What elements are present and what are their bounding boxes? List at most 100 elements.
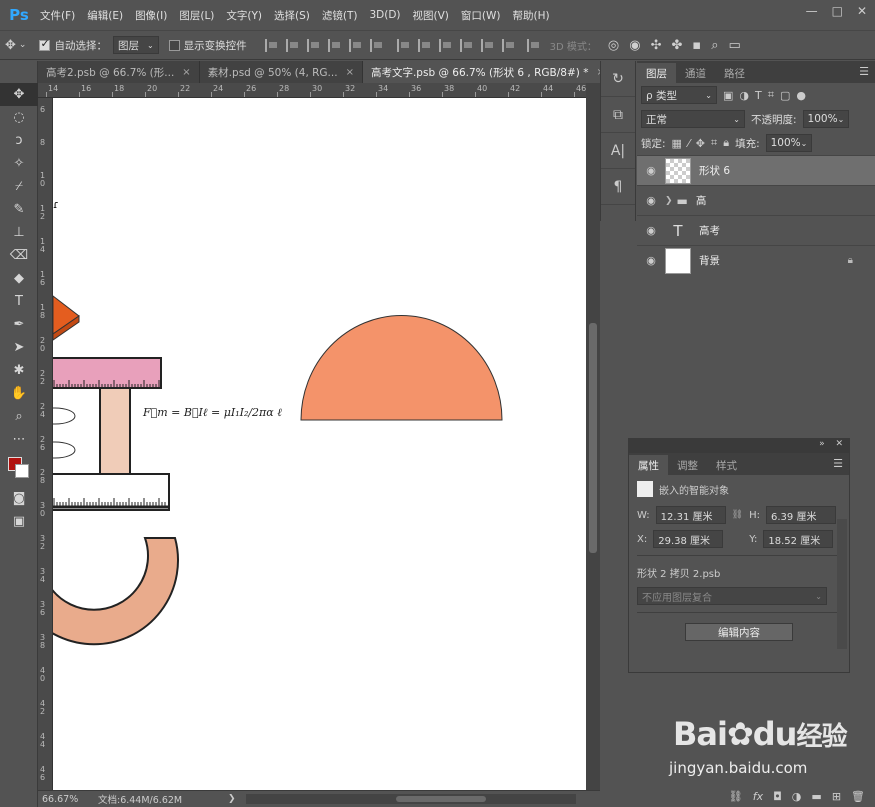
distribute-hcenter-icon[interactable] xyxy=(480,38,494,52)
layer-row[interactable]: ◉ ❯ ▬ 高 xyxy=(637,185,875,215)
bucket-tool-icon[interactable]: ◆ xyxy=(0,267,38,290)
close-icon[interactable]: × xyxy=(182,67,190,78)
new-layer-icon[interactable]: ⊞ xyxy=(832,790,841,803)
add-mask-icon[interactable]: ◘ xyxy=(773,790,782,803)
3d-scale-icon[interactable]: ▪ xyxy=(692,38,701,53)
move-tool-icon[interactable]: ✥ xyxy=(5,38,16,53)
3d-roll-icon[interactable]: ◉ xyxy=(629,38,640,53)
tab-layers[interactable]: 图层 xyxy=(637,63,676,83)
menu-filter[interactable]: 滤镜(T) xyxy=(316,8,364,23)
canvas-horizontal-scrollbar[interactable] xyxy=(245,794,576,804)
quick-mask-icon[interactable]: ◙ xyxy=(0,487,38,510)
lock-position-icon[interactable]: ✥ xyxy=(696,137,705,150)
menu-layer[interactable]: 图层(L) xyxy=(173,8,220,23)
tab-document-3[interactable]: 高考文字.psb @ 66.7% (形状 6 , RGB/8#) * × xyxy=(362,61,614,83)
screen-mode-icon[interactable]: ▣ xyxy=(0,510,38,533)
pen-tool-icon[interactable]: ✒ xyxy=(0,313,38,336)
align-bottom-icon[interactable] xyxy=(306,38,320,52)
layer-row[interactable]: ◉ 背景 🔒︎ xyxy=(637,245,875,275)
menu-type[interactable]: 文字(Y) xyxy=(220,8,268,23)
width-input[interactable]: 12.31 厘米 xyxy=(655,506,726,524)
minimize-button[interactable]: — xyxy=(806,4,818,18)
magic-wand-icon[interactable]: ✧ xyxy=(0,152,38,175)
fx-icon[interactable]: fx xyxy=(753,790,763,803)
tab-paths[interactable]: 路径 xyxy=(715,63,754,83)
semicircle-shape[interactable] xyxy=(300,315,503,421)
chevron-right-icon[interactable]: ❯ xyxy=(665,196,673,206)
align-left-icon[interactable] xyxy=(327,38,341,52)
properties-scrollbar[interactable] xyxy=(837,519,847,649)
canvas-vertical-scrollbar[interactable] xyxy=(586,83,600,790)
layer-row[interactable]: ◉ 形状 6 xyxy=(637,155,875,185)
edit-contents-button[interactable]: 编辑内容 xyxy=(685,623,793,641)
panel-menu-icon[interactable]: ☰ xyxy=(859,65,869,78)
document-canvas[interactable]: ɾ F⃗m = B⃗Iℓ = μI₁I₂/2πα ℓ xyxy=(53,98,586,790)
link-icon[interactable]: ⛓︎ xyxy=(732,510,743,520)
marquee-tool-icon[interactable]: ◌ xyxy=(0,106,38,129)
menu-3d[interactable]: 3D(D) xyxy=(363,9,406,21)
filter-type-icon[interactable]: T xyxy=(755,89,762,102)
auto-select-dropdown[interactable]: 图层 ⌄ xyxy=(112,36,159,54)
distribute-vcenter-icon[interactable] xyxy=(417,38,431,52)
background-color[interactable] xyxy=(15,464,29,478)
menu-file[interactable]: 文件(F) xyxy=(34,8,81,23)
link-layers-icon[interactable]: ⛓︎ xyxy=(729,790,743,803)
move-tool-icon[interactable]: ✥ xyxy=(0,83,38,106)
maximize-button[interactable]: □ xyxy=(832,4,843,18)
panel-menu-icon[interactable]: ☰ xyxy=(833,457,843,470)
show-transform-checkbox[interactable] xyxy=(168,39,180,51)
filter-shape-icon[interactable]: ⌗ xyxy=(768,88,774,102)
paragraph-icon[interactable]: ¶ xyxy=(601,169,635,205)
align-right-icon[interactable] xyxy=(369,38,383,52)
blend-mode-dropdown[interactable]: 正常 ⌄ xyxy=(641,110,745,128)
collapse-icon[interactable]: » xyxy=(819,439,825,449)
close-icon[interactable]: ✕ xyxy=(835,439,843,449)
tab-document-1[interactable]: 高考2.psb @ 66.7% (形... × xyxy=(38,61,200,83)
trash-icon[interactable]: 🗑︎ xyxy=(851,790,865,803)
lock-transparent-icon[interactable]: ▦ xyxy=(672,137,682,150)
align-top-icon[interactable] xyxy=(264,38,278,52)
auto-select-checkbox[interactable] xyxy=(39,37,51,51)
layer-comp-dropdown[interactable]: 不应用图层复合 ⌄ xyxy=(637,587,827,605)
3d-orbit-icon[interactable]: ◎ xyxy=(608,38,619,53)
eye-icon[interactable]: ◉ xyxy=(637,194,665,207)
opacity-input[interactable]: 100% ⌄ xyxy=(802,110,849,128)
hand-tool-icon[interactable]: ✋ xyxy=(0,382,38,405)
distribute-left-icon[interactable] xyxy=(459,38,473,52)
tab-document-2[interactable]: 素材.psd @ 50% (4, RG... × xyxy=(199,61,363,83)
distribute-bottom-icon[interactable] xyxy=(438,38,452,52)
fill-input[interactable]: 100% ⌄ xyxy=(765,134,812,152)
eye-icon[interactable]: ◉ xyxy=(637,254,665,267)
layer-filter-dropdown[interactable]: ρ 类型 ⌄ xyxy=(641,86,717,104)
new-group-icon[interactable]: ▬ xyxy=(811,790,821,803)
distribute-right-icon[interactable] xyxy=(501,38,515,52)
align-vcenter-icon[interactable] xyxy=(285,38,299,52)
filter-pixel-icon[interactable]: ▣ xyxy=(723,89,733,102)
menu-view[interactable]: 视图(V) xyxy=(407,8,455,23)
lock-all-icon[interactable]: 🔒︎ xyxy=(723,136,729,150)
align-hcenter-icon[interactable] xyxy=(348,38,362,52)
tab-adjustments[interactable]: 调整 xyxy=(668,455,707,475)
y-input[interactable]: 18.52 厘米 xyxy=(763,530,834,548)
chevron-down-icon[interactable]: ⌄ xyxy=(19,40,27,50)
auto-align-icon[interactable] xyxy=(526,38,540,52)
tool-presets-icon[interactable]: ⧉ xyxy=(601,97,635,133)
lock-artboard-icon[interactable]: ⌗ xyxy=(711,136,717,150)
type-tool-icon[interactable]: T xyxy=(0,290,38,313)
search-icon[interactable]: ⌕ xyxy=(711,38,718,53)
menu-window[interactable]: 窗口(W) xyxy=(455,8,507,23)
lock-pixels-icon[interactable]: ⁄ xyxy=(688,137,690,150)
eyedropper-icon[interactable]: ⌿ xyxy=(0,175,38,198)
scroll-thumb[interactable] xyxy=(589,323,597,553)
more-tools-icon[interactable]: ⋯ xyxy=(0,428,38,451)
eraser-tool-icon[interactable]: ⌫ xyxy=(0,244,38,267)
menu-select[interactable]: 选择(S) xyxy=(268,8,316,23)
eye-icon[interactable]: ◉ xyxy=(637,224,665,237)
zoom-level[interactable]: 66.67% xyxy=(38,794,98,805)
character-icon[interactable]: A| xyxy=(601,133,635,169)
tab-styles[interactable]: 样式 xyxy=(707,455,746,475)
menu-edit[interactable]: 编辑(E) xyxy=(81,8,129,23)
adjustment-layer-icon[interactable]: ◑ xyxy=(792,790,802,803)
shape-tool-icon[interactable]: ✱ xyxy=(0,359,38,382)
tab-properties[interactable]: 属性 xyxy=(629,455,668,475)
